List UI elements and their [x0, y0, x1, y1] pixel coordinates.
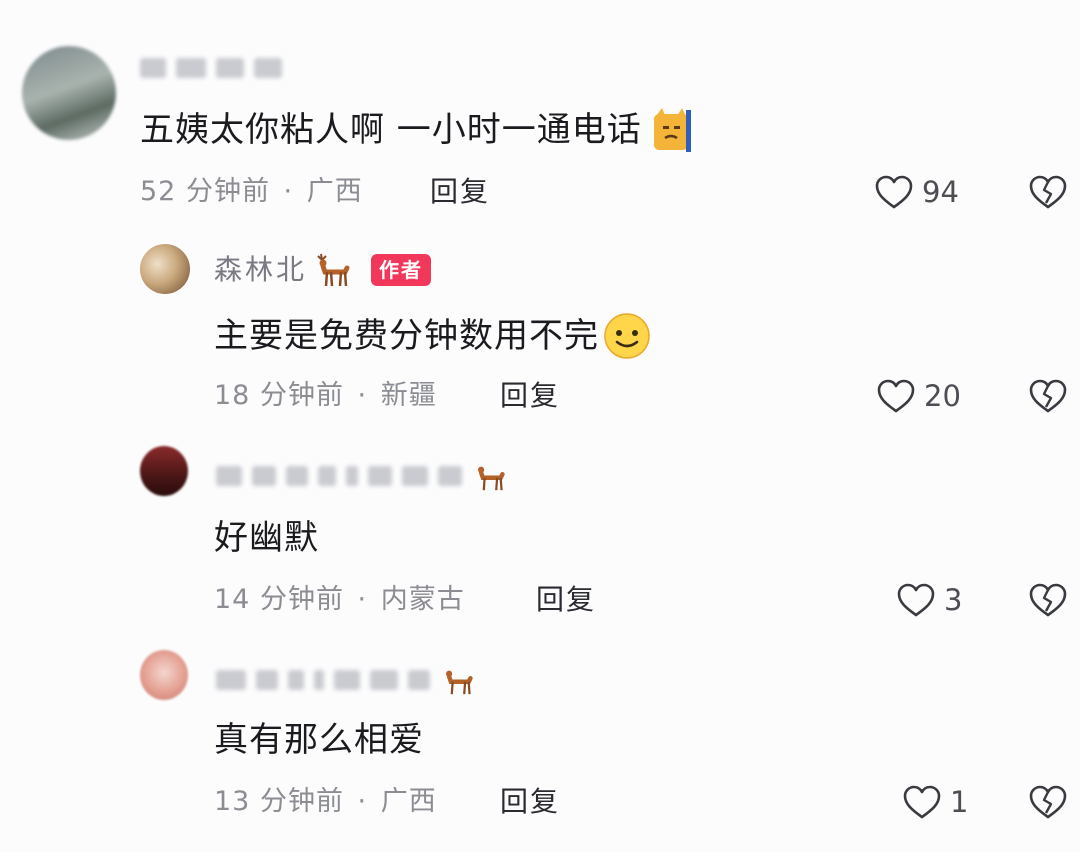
commenter-avatar[interactable]: [22, 46, 116, 140]
dislike-button[interactable]: [1028, 174, 1068, 214]
comment-text: 真有那么相爱: [214, 720, 424, 760]
heart-icon: [875, 175, 913, 209]
author-name-row: 森林北 作者: [214, 252, 432, 288]
like-button[interactable]: 94: [874, 174, 959, 210]
smile-face-icon: [603, 312, 651, 360]
reply-button[interactable]: 回复: [500, 786, 560, 818]
broken-heart-icon: [1029, 379, 1067, 413]
heart-icon: [897, 583, 935, 617]
like-count: 20: [924, 379, 961, 413]
like-count: 94: [922, 175, 959, 209]
heart-icon: [877, 379, 915, 413]
like-button[interactable]: 20: [876, 378, 961, 414]
comment-text: 主要是免费分钟数用不完: [214, 316, 599, 356]
dislike-button[interactable]: [1028, 378, 1068, 418]
broken-heart-icon: [1029, 583, 1067, 617]
comment-body: 主要是免费分钟数用不完: [214, 312, 651, 360]
separator: ·: [357, 380, 368, 411]
reply-button[interactable]: 回复: [500, 380, 560, 412]
reply-button[interactable]: 回复: [430, 176, 490, 208]
comment-meta: 13 分钟前 · 广西: [214, 786, 437, 818]
author-avatar[interactable]: [140, 244, 190, 294]
like-button[interactable]: 1: [902, 784, 968, 820]
comment-time: 13 分钟前: [214, 786, 344, 817]
deer-icon: [440, 664, 476, 696]
comment-time: 14 分钟前: [214, 584, 344, 615]
separator: ·: [283, 176, 294, 207]
dislike-button[interactable]: [1028, 582, 1068, 622]
separator: ·: [357, 584, 368, 615]
comment-meta: 18 分钟前 · 新疆: [214, 380, 437, 412]
comment-text: 好幽默: [214, 518, 319, 558]
separator: ·: [357, 786, 368, 817]
blurred-username[interactable]: [140, 58, 282, 78]
blurred-username[interactable]: [216, 664, 476, 696]
comment-location: 广西: [306, 176, 363, 207]
deer-icon: [313, 252, 353, 288]
like-button[interactable]: 3: [896, 582, 962, 618]
broken-heart-icon: [1029, 785, 1067, 819]
comment-time: 52 分钟前: [140, 176, 270, 207]
like-count: 1: [950, 785, 969, 819]
comment-time: 18 分钟前: [214, 380, 344, 411]
comment-meta: 52 分钟前 · 广西: [140, 176, 363, 208]
comment-body: 五姨太你粘人啊 一小时一通电话: [140, 108, 692, 152]
comment-text: 五姨太你粘人啊 一小时一通电话: [140, 110, 642, 150]
broken-heart-icon: [1029, 175, 1067, 209]
commenter-avatar[interactable]: [140, 650, 188, 700]
author-username[interactable]: 森林北: [214, 254, 307, 286]
comment-location: 新疆: [380, 380, 437, 411]
like-count: 3: [944, 583, 963, 617]
blurred-username[interactable]: [216, 460, 508, 492]
reply-button[interactable]: 回复: [536, 584, 596, 616]
commenter-avatar[interactable]: [140, 446, 188, 496]
comment-meta: 14 分钟前 · 内蒙古: [214, 584, 465, 616]
author-badge: 作者: [371, 254, 432, 286]
dislike-button[interactable]: [1028, 784, 1068, 824]
deer-icon: [472, 460, 508, 492]
cat-face-icon: [652, 108, 692, 152]
comment-location: 内蒙古: [380, 584, 465, 615]
heart-icon: [903, 785, 941, 819]
comment-location: 广西: [380, 786, 437, 817]
